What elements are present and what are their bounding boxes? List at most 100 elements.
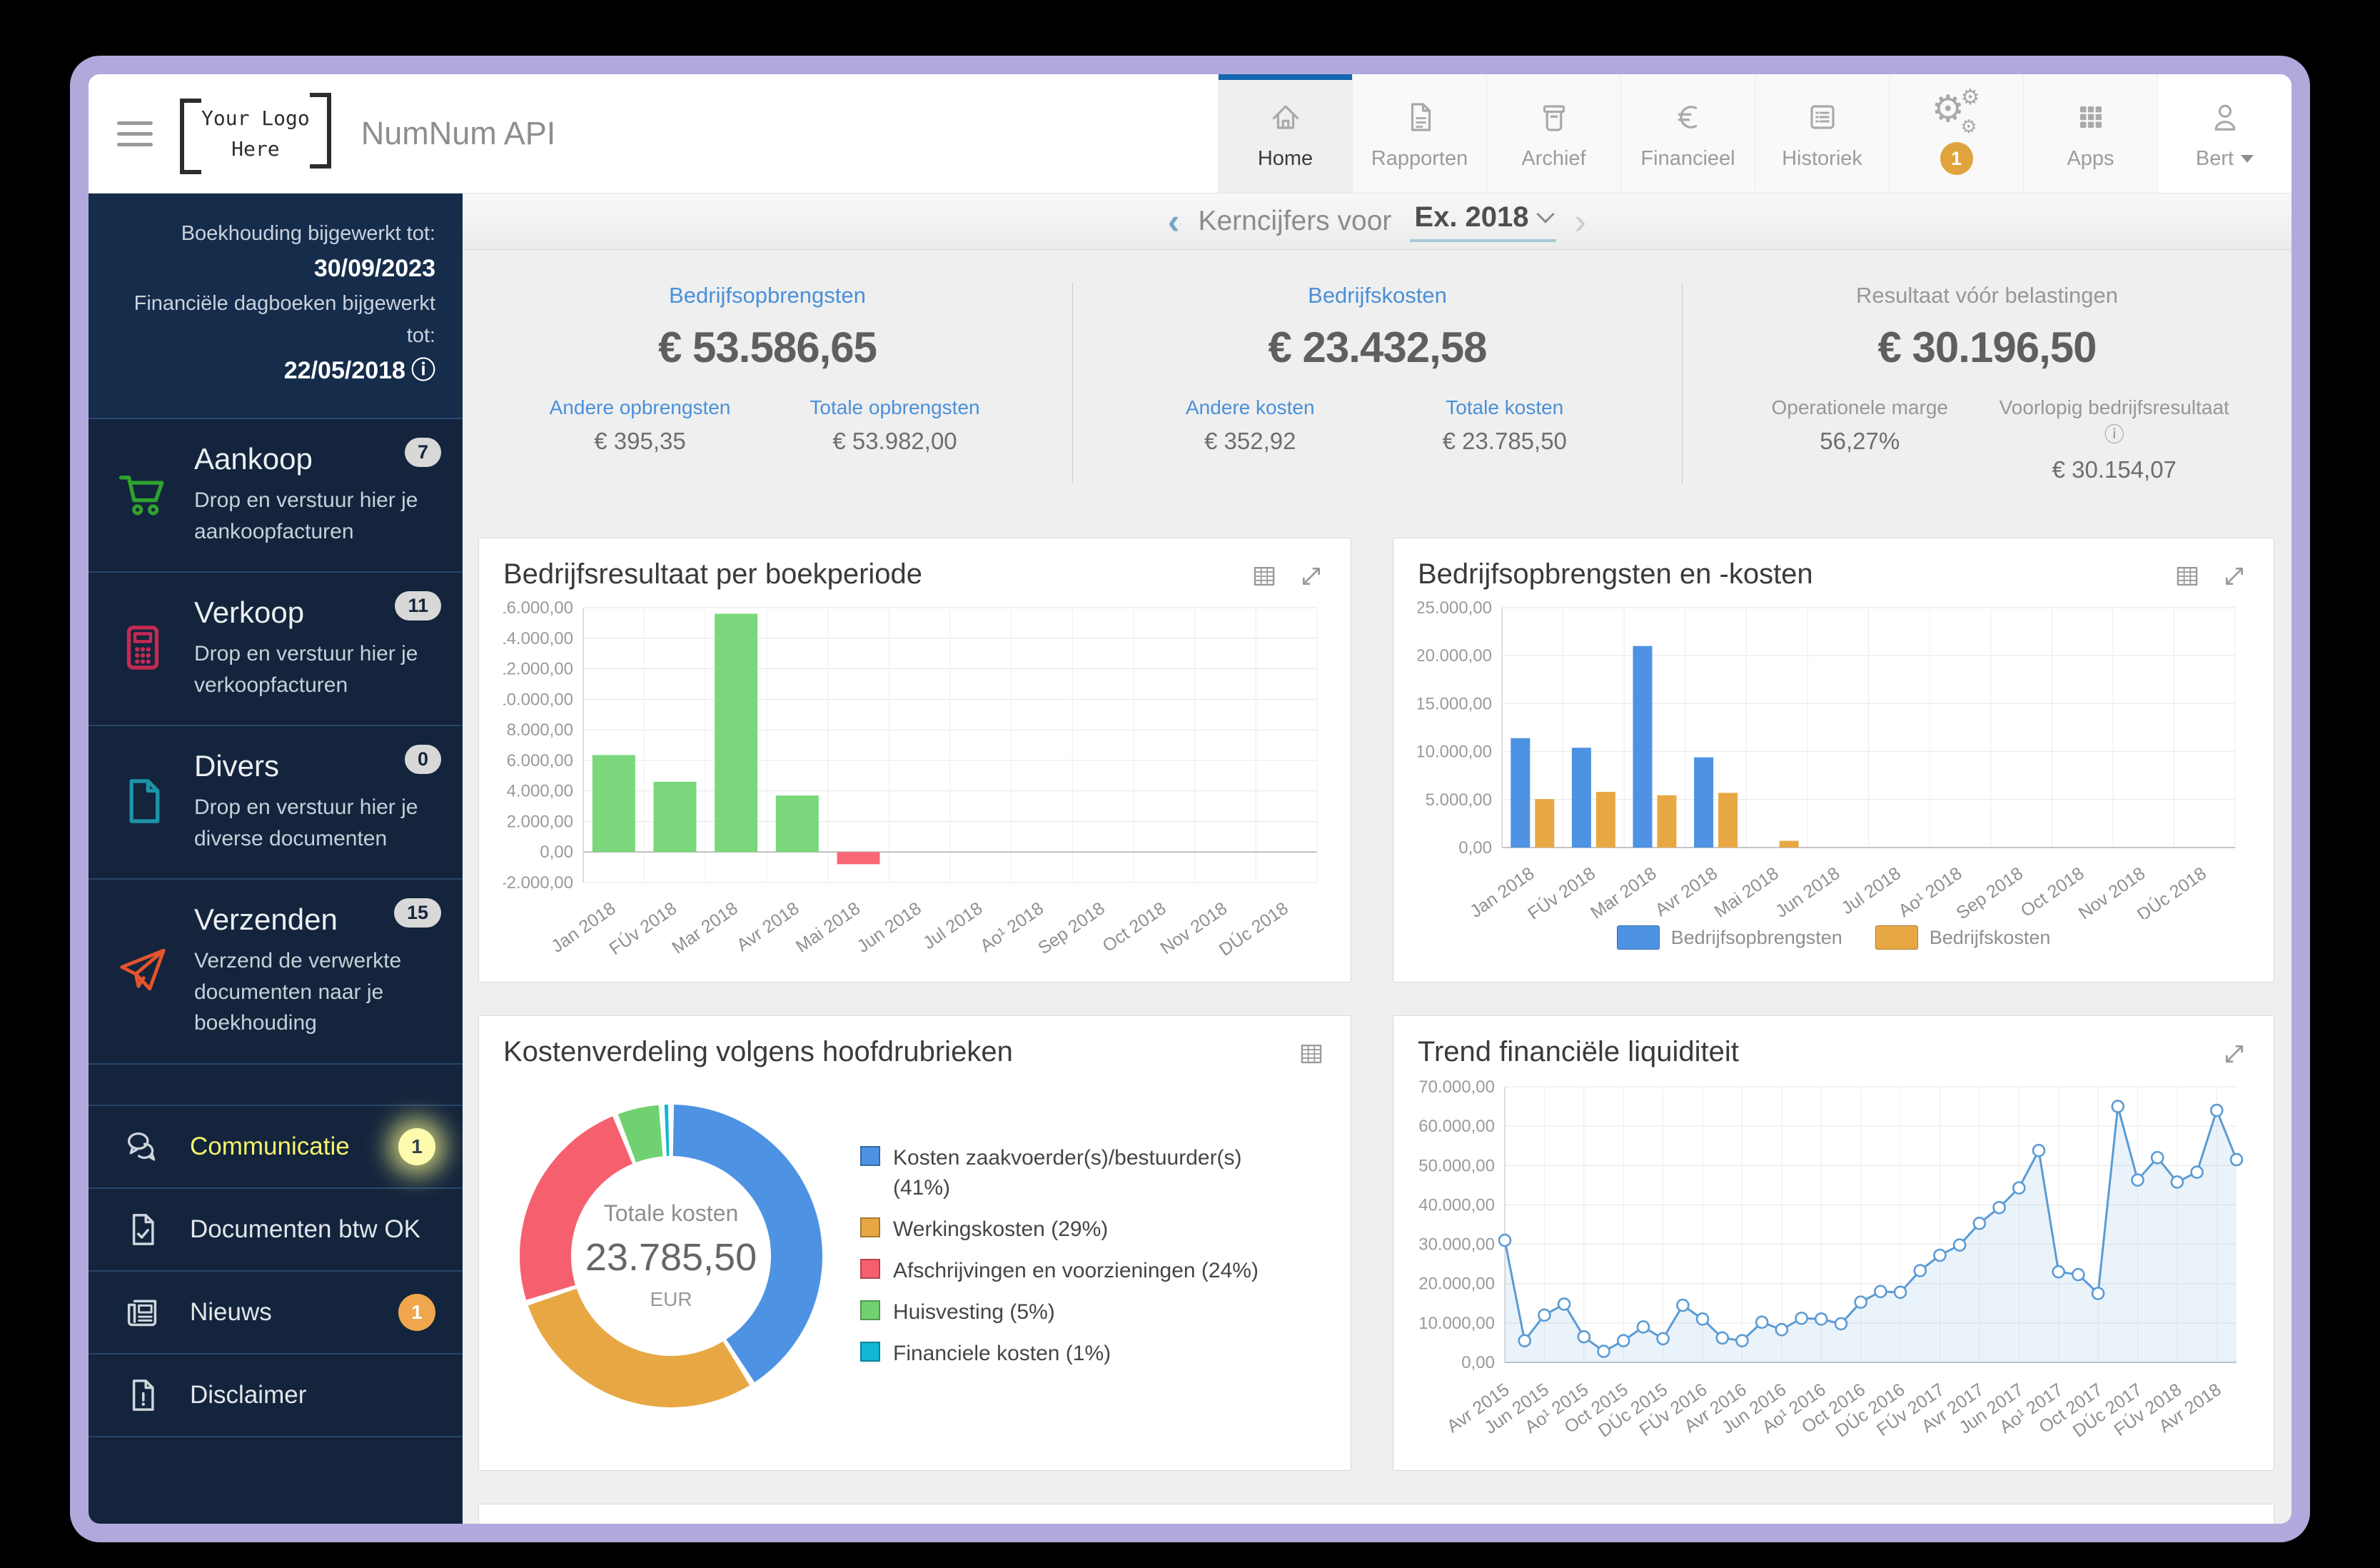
tab-historiek[interactable]: Historiek: [1755, 74, 1889, 193]
main-content: ‹ Kerncijfers voor Ex. 2018 › Bedrijfsop…: [463, 194, 2291, 1524]
sidebar-menu: Communicatie 1 Documenten btw OK Nieuws 1 Dis…: [89, 1106, 463, 1437]
legend-item[interactable]: Werkingskosten (29%): [860, 1215, 1289, 1245]
tab-apps[interactable]: Apps: [2023, 74, 2157, 193]
svg-text:6.000,00: 6.000,00: [507, 751, 573, 770]
panel-bedrijfsresultaat-per-boekperiode: Bedrijfsresultaat per boekperiode -2.000…: [478, 538, 1351, 982]
svg-text:Avr 2018: Avr 2018: [1652, 863, 1722, 919]
legend-label: Bedrijfsopbrengsten: [1670, 926, 1842, 948]
legend-label: Afschrijvingen en voorzieningen (24%): [893, 1258, 1259, 1282]
kpi-sub-value: 56,27%: [1820, 428, 1900, 454]
bar-chart-opbrengsten-kosten: 0,00 5.000,00 10.000,00 15.000,00 20.000,00 2…: [1416, 598, 2236, 925]
svg-text:0,00: 0,00: [540, 843, 573, 862]
svg-text:0,00: 0,00: [1461, 1353, 1495, 1372]
menu-item-label: Disclaimer: [190, 1380, 307, 1409]
updated-label-1: Boekhouding bijgewerkt tot:: [181, 222, 435, 245]
kpi-sub-label: Operationele marge: [1771, 396, 1948, 418]
legend-item[interactable]: Kosten zaakvoerder(s)/bestuurder(s) (41%…: [860, 1143, 1289, 1203]
tab-financieel[interactable]: Financieel: [1620, 74, 1755, 193]
kpi-title: Bedrijfskosten: [1308, 283, 1447, 308]
kpi-sub-value: € 30.154,07: [2052, 456, 2177, 483]
svg-text:70.000,00: 70.000,00: [1418, 1077, 1495, 1097]
svg-text:10.000,00: 10.000,00: [503, 690, 573, 709]
kpi-value: € 53.586,65: [658, 323, 877, 371]
legend-item[interactable]: Huisvesting (5%): [860, 1297, 1289, 1327]
legend-item[interactable]: Financiele kosten (1%): [860, 1339, 1289, 1369]
gears-icon: ⚙ ⚙ ⚙: [1931, 85, 1980, 138]
tab-home[interactable]: Home: [1218, 74, 1352, 193]
sidebar-item-verzenden[interactable]: Verzenden Verzend de verwerkte documenten…: [89, 880, 463, 1065]
svg-text:Jun 2018: Jun 2018: [1772, 863, 1843, 919]
line-chart-liquiditeit: 0,00 10.000,00 20.000,00 30.000,00 40.000,00…: [1418, 1077, 2244, 1442]
next-period-button[interactable]: ›: [1575, 203, 1587, 239]
sidebar-item-documenten-btw-ok[interactable]: Documenten btw OK: [89, 1189, 463, 1272]
svg-text:15.000,00: 15.000,00: [1418, 694, 1492, 713]
expand-icon[interactable]: [1298, 563, 1325, 590]
legend-swatch: [860, 1341, 880, 1362]
kpi-title: Bedrijfsopbrengsten: [669, 283, 866, 308]
svg-text:20.000,00: 20.000,00: [1418, 646, 1492, 665]
logo-line2: Here: [231, 137, 280, 161]
drop-zone-description: Verzend de verwerkte documenten naar je …: [194, 949, 402, 1035]
svg-text:25.000,00: 25.000,00: [1418, 598, 1492, 618]
tab-label: Apps: [2067, 146, 2114, 170]
archive-icon: [1537, 97, 1571, 137]
plane-icon: [106, 901, 180, 1039]
table-view-icon[interactable]: [2174, 563, 2201, 590]
panel-trend-liquiditeit: Trend financiële liquiditeit 0,00 10.000,…: [1393, 1015, 2274, 1471]
bar-chart-bedrijfsresultaat: -2.000,00 0,00 2.000,00 4.000,00 6.000,00 8.0…: [497, 598, 1318, 960]
sidebar-item-disclaimer[interactable]: Disclaimer: [89, 1355, 463, 1437]
count-badge: 7: [404, 438, 441, 468]
count-badge: 0: [404, 745, 441, 775]
kpi-sub-label: Andere opbrengsten: [549, 396, 731, 418]
legend-item-bedrijfskosten[interactable]: Bedrijfskosten: [1875, 925, 2050, 950]
expand-icon[interactable]: [2221, 1040, 2248, 1067]
menu-item-label: Communicatie: [190, 1132, 350, 1160]
svg-text:8.000,00: 8.000,00: [507, 720, 573, 740]
panel-title: Trend financiële liquiditeit: [1418, 1036, 1739, 1067]
panel-trend-bedrijfsresultaat: Trend bedrijfsresultaat: [478, 1504, 2274, 1524]
tab-rapporten[interactable]: Rapporten: [1352, 74, 1486, 193]
tab-archief[interactable]: Archief: [1486, 74, 1620, 193]
legend-item-bedrijfsopbrengsten[interactable]: Bedrijfsopbrengsten: [1616, 925, 1842, 950]
tab-user[interactable]: Bert: [2157, 74, 2291, 193]
notification-badge: 1: [1940, 142, 1973, 175]
legend-item[interactable]: Afschrijvingen en voorzieningen (24%): [860, 1256, 1289, 1286]
sidebar-item-communicatie[interactable]: Communicatie 1: [89, 1106, 463, 1189]
sidebar-divider: [89, 1065, 463, 1106]
menu-item-label: Documenten btw OK: [190, 1215, 420, 1243]
period-label: Kerncijfers voor: [1198, 206, 1392, 236]
table-view-icon[interactable]: [1251, 563, 1278, 590]
tab-label: Historiek: [1782, 146, 1862, 170]
previous-period-button[interactable]: ‹: [1168, 203, 1180, 239]
document-icon: [1403, 97, 1437, 137]
kpi-value: € 30.196,50: [1877, 323, 2097, 371]
expand-icon[interactable]: [2221, 563, 2248, 590]
sidebar-item-verkoop[interactable]: Verkoop Drop en verstuur hier je verkoopf…: [89, 573, 463, 727]
updated-label-2: Financiële dagboeken bijgewerkt tot:: [133, 291, 435, 347]
info-circle-icon[interactable]: ⓘ: [411, 357, 435, 384]
kpi-title: Resultaat vóór belastingen: [1855, 283, 2119, 308]
kpi-value: € 23.432,58: [1268, 323, 1488, 371]
kpi-sub-value: € 352,92: [1204, 428, 1296, 454]
drop-zone-description: Drop en verstuur hier je verkoopfacturen: [194, 642, 418, 697]
svg-text:FÚv 2018: FÚv 2018: [1524, 863, 1599, 919]
svg-text:Mai 2018: Mai 2018: [792, 898, 864, 957]
charts-grid: Bedrijfsresultaat per boekperiode -2.000…: [463, 509, 2291, 1524]
sidebar: Boekhouding bijgewerkt tot: 30/09/2023 F…: [89, 194, 463, 1524]
legend-label: Werkingskosten (29%): [893, 1217, 1109, 1241]
sidebar-item-aankoop[interactable]: Aankoop Drop en verstuur hier je aankoopf…: [89, 419, 463, 573]
sidebar-item-divers[interactable]: Divers Drop en verstuur hier je diverse d…: [89, 726, 463, 880]
person-icon: [2208, 97, 2242, 137]
panel-title: Kostenverdeling volgens hoofdrubrieken: [503, 1036, 1013, 1067]
period-selector[interactable]: Ex. 2018: [1410, 201, 1556, 242]
hamburger-menu-icon[interactable]: [117, 121, 153, 146]
notification-badge: 1: [398, 1293, 435, 1331]
svg-text:40.000,00: 40.000,00: [1418, 1195, 1495, 1215]
grid-icon: [2074, 97, 2108, 137]
cart-icon: [106, 441, 180, 547]
sidebar-item-nieuws[interactable]: Nieuws 1: [89, 1272, 463, 1355]
svg-text:-2.000,00: -2.000,00: [503, 873, 573, 893]
table-view-icon[interactable]: [1298, 1040, 1325, 1067]
tab-instellingen[interactable]: ⚙ ⚙ ⚙ 1: [1889, 74, 2023, 193]
donut-chart-kostenverdeling: [520, 1104, 822, 1407]
